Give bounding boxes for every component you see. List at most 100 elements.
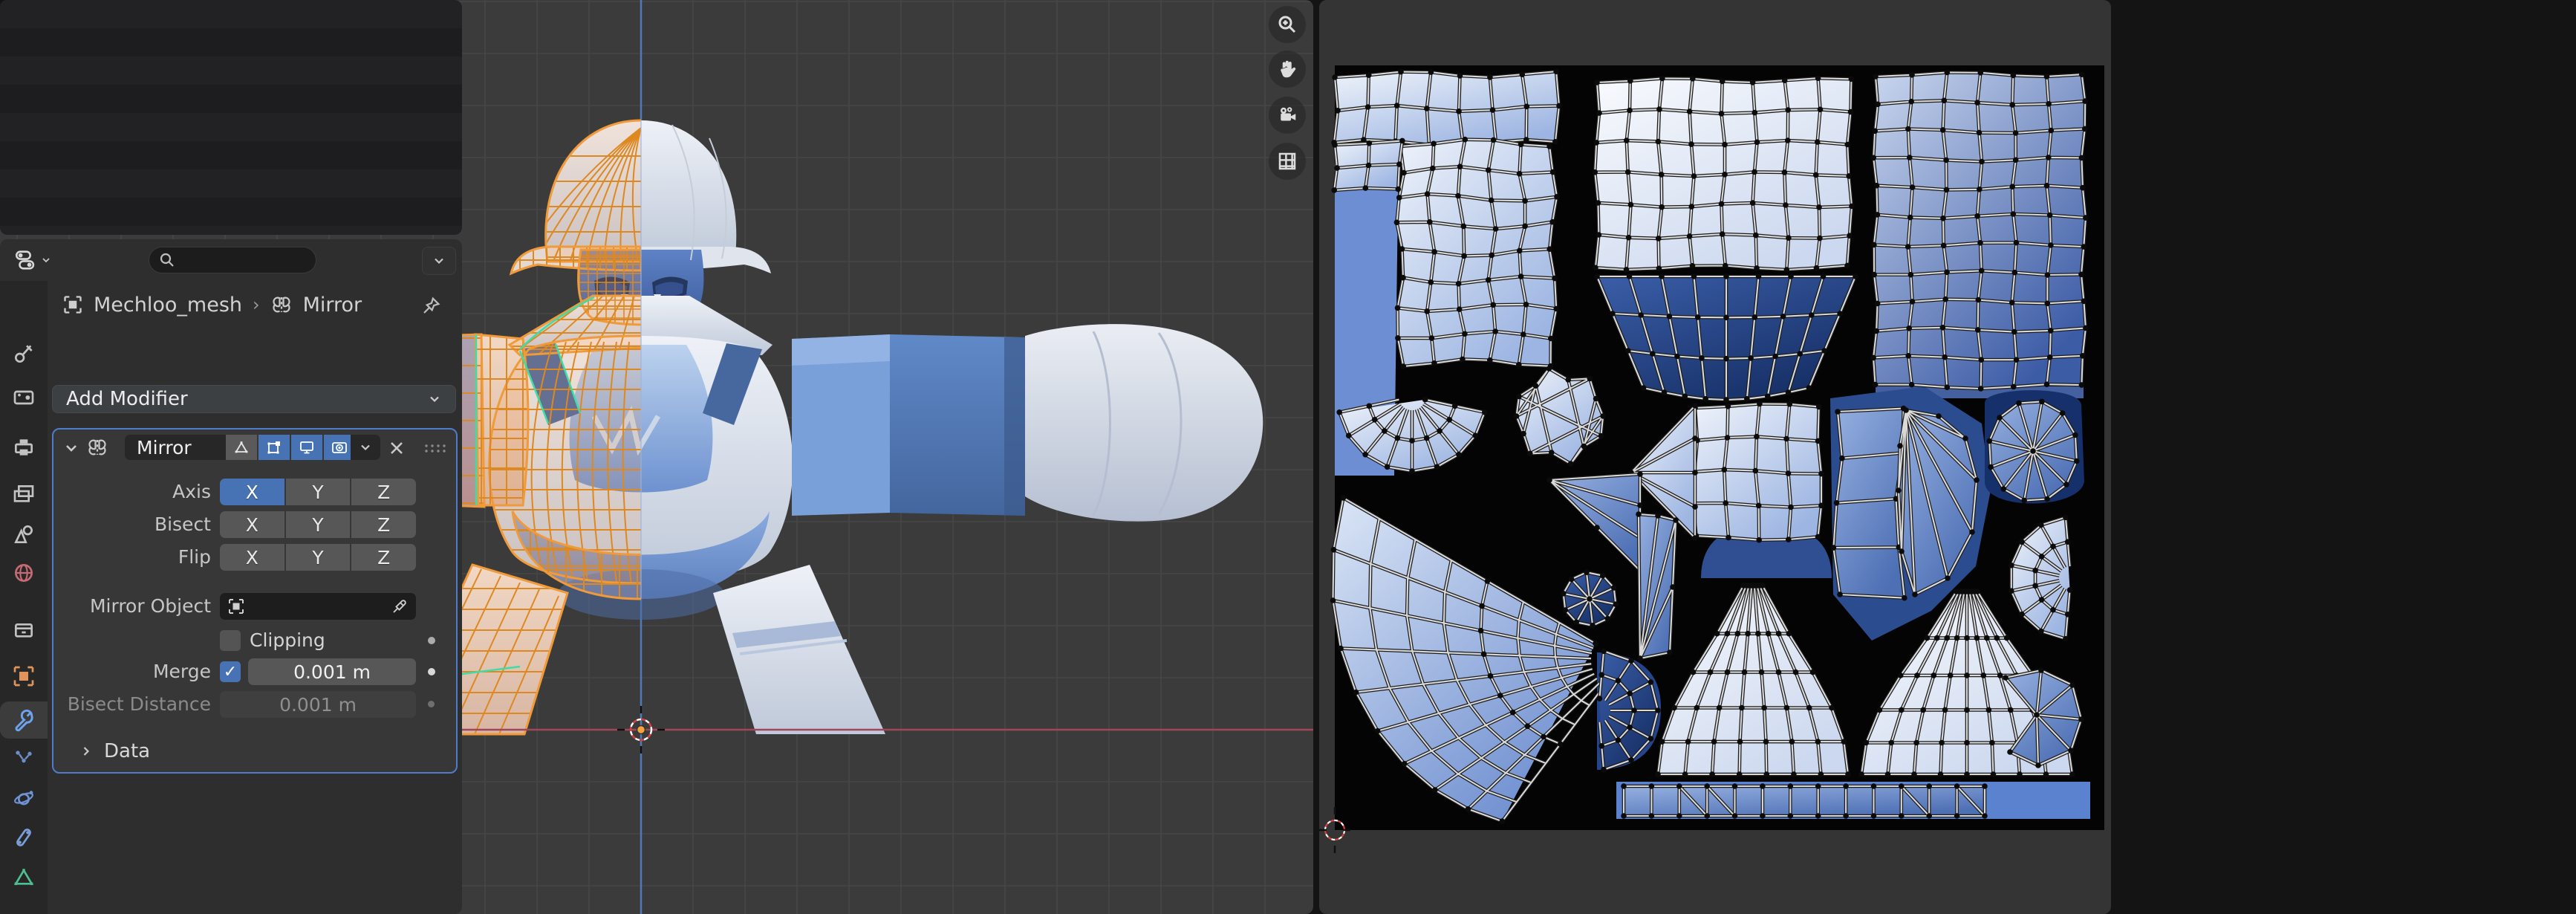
axis-label: Axis: [53, 479, 211, 505]
bisect-distance-row: Bisect Distance 0.001 m: [53, 691, 456, 718]
axis-x-button[interactable]: X: [220, 479, 284, 505]
pin-icon: [420, 294, 443, 317]
flip-row: Flip X Y Z: [53, 544, 456, 571]
mirror-icon: [86, 436, 108, 458]
breadcrumb-object[interactable]: Mechloo_mesh: [94, 294, 242, 317]
toggle-edit-mode[interactable]: [258, 435, 290, 460]
bisect-label: Bisect: [53, 511, 211, 538]
chevron-down-icon: [358, 440, 373, 455]
outliner-empty-area[interactable]: [0, 0, 462, 235]
pin-button[interactable]: [420, 294, 443, 317]
uv-island-panel-grid[interactable]: [1592, 75, 1854, 272]
flip-z-button[interactable]: Z: [351, 544, 416, 571]
axis-z-button[interactable]: Z: [351, 479, 416, 505]
modifier-header[interactable]: Mirror: [53, 430, 456, 465]
close-icon[interactable]: [386, 438, 407, 458]
expand-chevron-icon[interactable]: [62, 439, 80, 457]
add-modifier-button[interactable]: Add Modifier: [52, 385, 456, 413]
toggle-realtime[interactable]: [291, 435, 322, 460]
chevron-down-icon: [432, 253, 446, 268]
flip-x-button[interactable]: X: [220, 544, 284, 571]
properties-header: [0, 239, 462, 281]
object-icon: [62, 294, 83, 315]
leg-right: [713, 565, 885, 734]
flip-y-button[interactable]: Y: [286, 544, 351, 571]
breadcrumb-modifier[interactable]: Mirror: [303, 294, 362, 317]
uv-island-belt-strip[interactable]: [1621, 783, 1988, 819]
mirror-icon: [270, 294, 293, 316]
tab-object[interactable]: [0, 658, 48, 695]
tab-physics[interactable]: [0, 780, 48, 817]
camera-icon: [1276, 104, 1298, 126]
toggle-on-cage[interactable]: [226, 435, 257, 460]
uv-island-sleeve-side[interactable]: [1394, 137, 1560, 369]
tab-object-data[interactable]: [0, 858, 48, 895]
modifier-extras-button[interactable]: [351, 435, 380, 460]
bisect-row: Bisect X Y Z: [53, 511, 456, 538]
viewlayer-icon: [12, 482, 36, 506]
tab-world[interactable]: [0, 554, 48, 591]
mirror-object-field[interactable]: [220, 593, 416, 620]
uv-island-wing-column[interactable]: [1831, 406, 1907, 601]
particles-icon: [12, 747, 36, 771]
flip-label: Flip: [53, 544, 211, 571]
axis-y-button[interactable]: Y: [286, 479, 351, 505]
collection-icon: [12, 618, 36, 641]
chevron-down-icon: [427, 392, 442, 406]
merge-row: Merge ✓ 0.001 m: [53, 658, 456, 685]
clipping-checkbox[interactable]: [220, 630, 241, 651]
add-modifier-label: Add Modifier: [66, 388, 188, 410]
tab-output[interactable]: [0, 429, 48, 466]
tab-view-layer[interactable]: [0, 476, 48, 513]
constraints-icon: [12, 826, 36, 849]
uv-island-back-grid[interactable]: [1870, 70, 2088, 392]
tab-particles[interactable]: [0, 740, 48, 777]
drag-handle-icon[interactable]: [423, 441, 447, 455]
merge-animate-dot[interactable]: [428, 668, 435, 675]
data-label: Data: [104, 740, 150, 762]
tab-material[interactable]: [0, 908, 48, 914]
clipping-animate-dot[interactable]: [428, 637, 435, 644]
tab-render[interactable]: [0, 379, 48, 416]
tab-scene[interactable]: [0, 516, 48, 553]
world-icon: [12, 561, 36, 585]
bisect-z-button[interactable]: Z: [351, 511, 416, 538]
editmode-icon: [265, 438, 283, 456]
editor-type-button[interactable]: [13, 245, 62, 275]
eyedropper-icon[interactable]: [391, 597, 409, 615]
breadcrumb-separator: ›: [253, 294, 260, 315]
uv-island-sleeve-tab[interactable]: [1331, 138, 1405, 193]
data-subpanel-toggle[interactable]: Data: [79, 740, 150, 762]
search-input[interactable]: [149, 247, 316, 273]
modifier-name-field[interactable]: Mirror: [125, 435, 226, 460]
bisect-y-button[interactable]: Y: [286, 511, 351, 538]
grid-ortho-button[interactable]: [1269, 143, 1306, 180]
properties-content: Mechloo_mesh › Mirror Add Modifier: [48, 281, 462, 914]
zoom-button[interactable]: [1269, 6, 1306, 43]
clipping-row: Clipping: [53, 627, 456, 654]
tab-constraints[interactable]: [0, 819, 48, 856]
pan-button[interactable]: [1269, 51, 1306, 88]
filter-dropdown-button[interactable]: [422, 247, 456, 275]
arm-right-edge: [1004, 337, 1025, 516]
tab-collection[interactable]: [0, 611, 48, 648]
tab-modifiers[interactable]: [0, 701, 48, 739]
glove-right: [1025, 324, 1263, 521]
uv-editor[interactable]: [1319, 0, 2111, 914]
bisect-distance-field: 0.001 m: [220, 691, 416, 718]
merge-checkbox[interactable]: ✓: [220, 661, 241, 682]
camera-view-button[interactable]: [1269, 97, 1306, 134]
tab-tool[interactable]: [0, 335, 48, 372]
chevron-right-icon: [79, 744, 94, 759]
bisect-distance-label: Bisect Distance: [53, 691, 211, 718]
uv-island-sleeve-top[interactable]: [1331, 68, 1562, 148]
uv-island-arrow-grid[interactable]: [1690, 401, 1824, 543]
physics-icon: [12, 786, 36, 810]
mirror-object-label: Mirror Object: [53, 593, 211, 620]
properties-main: Mechloo_mesh › Mirror Add Modifier: [0, 239, 462, 914]
meshdata-icon: [12, 865, 36, 889]
merge-label: Merge: [53, 658, 211, 685]
bisect-x-button[interactable]: X: [220, 511, 284, 538]
merge-threshold-field[interactable]: 0.001 m: [248, 658, 416, 685]
clipping-label: Clipping: [250, 627, 325, 654]
